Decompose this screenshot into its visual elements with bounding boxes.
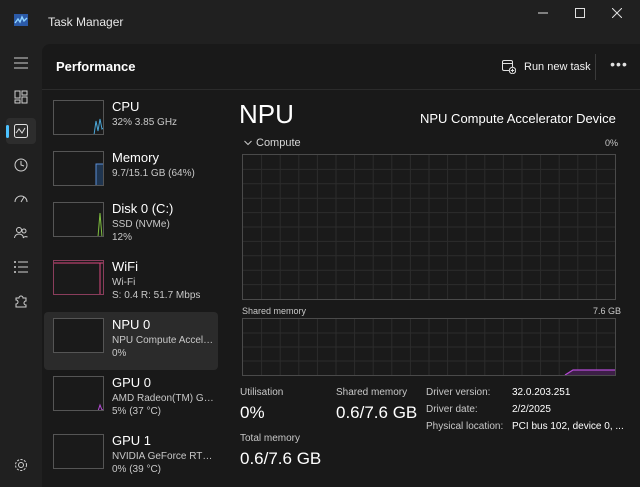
device-detail: NVIDIA GeForce RTX 4060 [112, 451, 216, 462]
compute-graph [242, 154, 616, 300]
detail-device-name: NPU Compute Accelerator Device [420, 111, 616, 126]
device-usage: 0% [112, 348, 127, 359]
title-bar: Task Manager [0, 0, 640, 44]
nav-performance[interactable] [6, 118, 36, 144]
memory-thumbnail-graph [53, 151, 104, 186]
gear-icon [15, 459, 27, 471]
nav-rail [0, 44, 42, 487]
compute-max-label: 0% [605, 138, 619, 148]
device-name: CPU [112, 99, 140, 114]
more-options-button[interactable]: ••• [607, 54, 631, 78]
physical-location-label: Physical location: [426, 421, 504, 432]
page-header: Performance Run new task ••• [42, 44, 640, 90]
run-task-icon [502, 60, 516, 74]
nav-services[interactable] [6, 288, 36, 314]
cpu-thumbnail-graph [53, 100, 104, 135]
device-usage: 12% [112, 232, 133, 243]
close-button[interactable] [602, 6, 632, 22]
total-memory-label: Total memory [240, 433, 301, 444]
page-title: Performance [56, 59, 136, 74]
shared-memory-value: 0.6/7.6 GB [336, 403, 418, 422]
minimize-button[interactable] [528, 6, 558, 22]
shared-memory-graph [242, 318, 616, 376]
speedometer-icon [14, 195, 28, 203]
gpu0-thumbnail-graph [53, 376, 104, 411]
history-icon [14, 158, 28, 172]
device-detail: 32% 3.85 GHz [112, 117, 178, 128]
device-usage: S: 0.4 R: 51.7 Mbps [112, 290, 201, 301]
device-detail: SSD (NVMe) [112, 219, 170, 230]
nav-processes[interactable] [6, 84, 36, 110]
puzzle-icon [15, 295, 27, 308]
device-name: Disk 0 (C:) [112, 201, 174, 216]
performance-icon [14, 124, 28, 138]
run-new-task-label: Run new task [524, 61, 591, 73]
physical-location-value: PCI bus 102, device 0, ... [512, 421, 624, 432]
device-item-disk[interactable]: Disk 0 (C:) SSD (NVMe) 12% [44, 196, 218, 254]
utilisation-value: 0% [240, 403, 265, 422]
utilisation-label: Utilisation [240, 387, 284, 398]
device-detail: AMD Radeon(TM) Graphics [112, 393, 216, 404]
users-icon [14, 227, 28, 239]
driver-version-value: 32.0.203.251 [512, 387, 571, 398]
more-icon: ••• [610, 56, 628, 72]
device-item-gpu0[interactable]: GPU 0 AMD Radeon(TM) Graphics 5% (37 °C) [44, 370, 218, 428]
device-item-gpu1[interactable]: GPU 1 NVIDIA GeForce RTX 4060 0% (39 °C) [44, 428, 218, 486]
device-detail: 9.7/15.1 GB (64%) [112, 168, 195, 179]
device-name: GPU 1 [112, 433, 152, 448]
driver-version-label: Driver version: [426, 387, 491, 398]
device-item-cpu[interactable]: CPU 32% 3.85 GHz [44, 94, 218, 152]
details-list-icon [14, 261, 28, 273]
compute-label: Compute [256, 137, 301, 149]
maximize-button[interactable] [565, 6, 595, 22]
header-divider [595, 54, 596, 80]
device-name: Memory [112, 150, 159, 165]
maximize-icon [575, 8, 585, 18]
device-usage: 0% (39 °C) [112, 464, 162, 475]
wifi-thumbnail-graph [53, 260, 104, 295]
device-name: WiFi [112, 259, 138, 274]
shared-memory-max-label: 7.6 GB [593, 306, 622, 316]
gpu1-thumbnail-graph [53, 434, 104, 469]
driver-date-label: Driver date: [426, 404, 478, 415]
close-icon [611, 7, 623, 19]
main-pane: Performance Run new task ••• CPU 32% 3.8… [42, 44, 640, 487]
run-new-task-button[interactable]: Run new task [502, 56, 591, 78]
device-name: NPU 0 [112, 317, 151, 332]
task-manager-icon [14, 14, 28, 26]
device-usage: 5% (37 °C) [112, 406, 162, 417]
shared-memory-graph-label: Shared memory [242, 306, 307, 316]
hamburger-menu-button[interactable] [6, 50, 36, 76]
total-memory-value: 0.6/7.6 GB [240, 449, 322, 468]
hamburger-icon [14, 57, 28, 69]
nav-users[interactable] [6, 220, 36, 246]
nav-settings[interactable] [6, 452, 36, 478]
compute-engine-selector[interactable]: Compute [244, 137, 301, 149]
device-name: GPU 0 [112, 375, 152, 390]
npu-thumbnail-graph [53, 318, 104, 353]
device-item-wifi[interactable]: WiFi Wi-Fi S: 0.4 R: 51.7 Mbps [44, 254, 218, 312]
device-item-memory[interactable]: Memory 9.7/15.1 GB (64%) [44, 145, 218, 203]
disk-thumbnail-graph [53, 202, 104, 237]
nav-startup-apps[interactable] [6, 186, 36, 212]
driver-date-value: 2/2/2025 [512, 404, 551, 415]
device-detail: NPU Compute Accelerator Device [112, 335, 216, 346]
device-list: CPU 32% 3.85 GHz Memory 9.7/15.1 GB (64%… [44, 94, 218, 487]
window-title: Task Manager [48, 15, 124, 29]
chevron-down-icon [244, 140, 252, 146]
minimize-icon [538, 12, 548, 14]
processes-icon [14, 90, 28, 104]
nav-app-history[interactable] [6, 152, 36, 178]
device-detail: Wi-Fi [112, 277, 136, 288]
detail-title: NPU [239, 99, 294, 129]
device-item-npu[interactable]: NPU 0 NPU Compute Accelerator Device 0% [44, 312, 218, 370]
shared-memory-label: Shared memory [336, 387, 408, 398]
nav-details[interactable] [6, 254, 36, 280]
